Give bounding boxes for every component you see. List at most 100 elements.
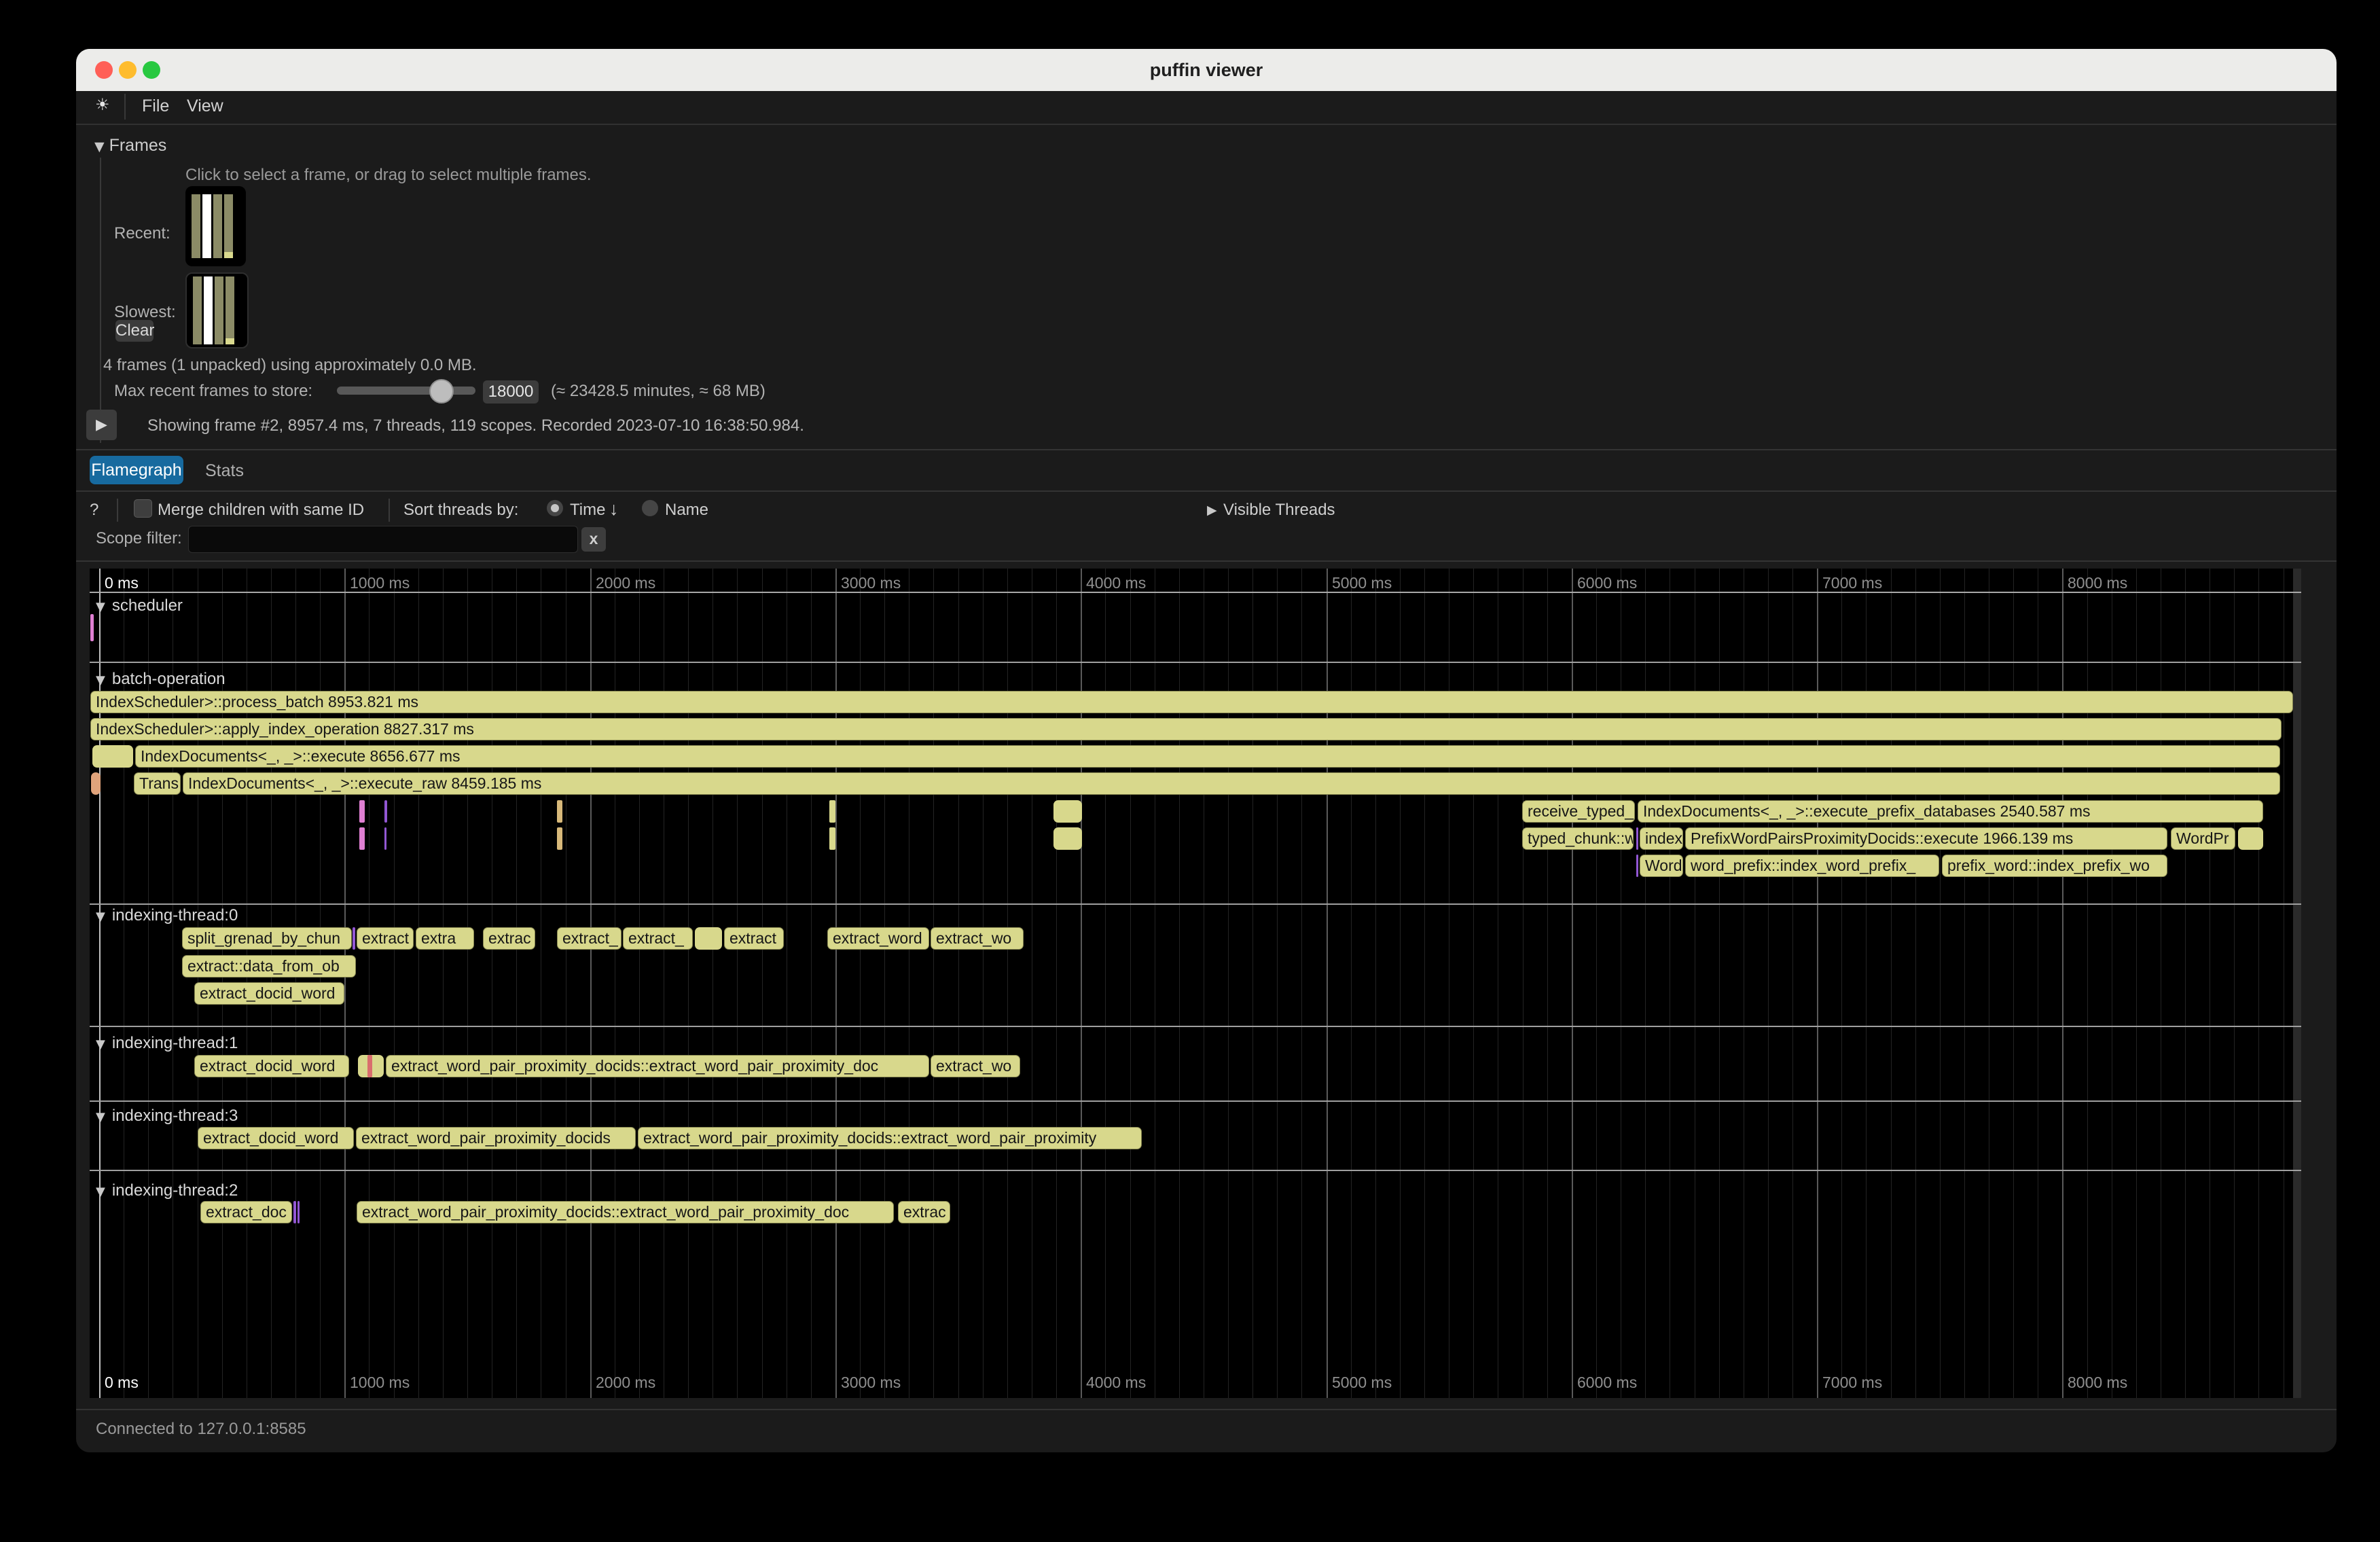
tab-stats[interactable]: Stats [205, 461, 244, 481]
sort-time-label[interactable]: Time [570, 501, 605, 520]
sort-direction-arrow-icon[interactable]: ↓ [609, 499, 619, 520]
scope-bar[interactable]: extract [357, 927, 414, 950]
scope-bar[interactable]: extract_ [623, 927, 693, 950]
scope-bar-small[interactable] [367, 1055, 372, 1077]
scope-bar-small[interactable] [359, 800, 365, 823]
scope-bar-small[interactable] [557, 827, 562, 850]
scope-bar-small[interactable] [1053, 800, 1082, 823]
scope-bar[interactable]: split_grenad_by_chun [182, 927, 352, 950]
frame-thumbnail-bar[interactable] [204, 276, 213, 344]
thread-header-indexing-thread:0[interactable]: ▼indexing-thread:0 [96, 906, 238, 925]
scope-bar[interactable]: index [1640, 827, 1683, 850]
scope-bar[interactable]: word_prefix::index_word_prefix_ [1685, 855, 1939, 877]
radio-sort-time[interactable] [547, 500, 563, 516]
scope-bar[interactable]: extract_wo [931, 1055, 1020, 1077]
scope-bar[interactable]: IndexScheduler>::process_batch 8953.821 … [90, 691, 2293, 713]
scope-bar[interactable]: Trans [134, 772, 181, 795]
recent-frames-thumbnail[interactable] [185, 186, 246, 266]
scope-bar-small[interactable] [1636, 855, 1638, 877]
scope-bar-small[interactable] [353, 927, 355, 950]
scope-bar-small[interactable] [829, 827, 835, 850]
frame-thumbnail-bar[interactable] [215, 276, 223, 344]
max-frames-slider[interactable] [337, 387, 475, 395]
scope-bar-small[interactable] [92, 745, 133, 768]
scope-bar-small[interactable] [2238, 827, 2263, 850]
showing-frame-text: Showing frame #2, 8957.4 ms, 7 threads, … [147, 416, 804, 435]
scope-bar[interactable]: extract_word_pair_proximity_docids::extr… [638, 1127, 1142, 1149]
scope-bar[interactable]: IndexDocuments<_, _>::execute_prefix_dat… [1638, 800, 2263, 823]
scope-bar[interactable]: extract_docid_word [198, 1127, 354, 1149]
menu-view[interactable]: View [187, 96, 223, 116]
merge-children-label: Merge children with same ID [158, 501, 364, 520]
scope-bar-small[interactable] [293, 1201, 296, 1223]
slider-knob[interactable] [429, 379, 454, 404]
scope-bar[interactable]: WordPr [2171, 827, 2235, 850]
frame-thumbnail-bar[interactable] [193, 276, 202, 344]
clear-button[interactable]: Clear [115, 320, 154, 342]
play-button[interactable]: ▶ [86, 410, 117, 440]
scope-bar[interactable]: extrac [898, 1201, 950, 1223]
scope-bar-small[interactable] [1053, 827, 1082, 850]
scope-bar[interactable]: IndexScheduler>::apply_index_operation 8… [90, 718, 2282, 740]
scope-bar[interactable]: extract_docid_word [194, 1055, 349, 1077]
scope-bar-small[interactable] [359, 827, 365, 850]
scope-bar[interactable]: extrac [483, 927, 535, 950]
scope-bar-small[interactable] [384, 827, 386, 850]
help-button[interactable]: ? [90, 501, 98, 520]
scope-bar[interactable]: extract [724, 927, 784, 950]
scope-bar[interactable]: IndexDocuments<_, _>::execute_raw 8459.1… [183, 772, 2280, 795]
scope-bar[interactable]: extract_word [827, 927, 929, 950]
scope-filter-clear-button[interactable]: x [581, 527, 606, 552]
frame-thumbnail-bar[interactable] [192, 194, 200, 258]
scope-bar-small[interactable] [384, 800, 387, 823]
scope-bar[interactable]: IndexDocuments<_, _>::execute 8656.677 m… [135, 745, 2280, 768]
merge-children-checkbox[interactable] [134, 499, 152, 518]
scope-bar-small[interactable] [1636, 827, 1638, 850]
frame-thumbnail-bar[interactable] [224, 194, 233, 258]
frame-thumbnail-bar[interactable] [213, 194, 222, 258]
scope-bar[interactable]: extract_word_pair_proximity_docids [356, 1127, 636, 1149]
thread-header-indexing-thread:3[interactable]: ▼indexing-thread:3 [96, 1107, 238, 1126]
max-frames-value[interactable]: 18000 [483, 380, 539, 404]
recent-label: Recent: [114, 224, 170, 243]
scope-bar[interactable]: extract_wo [931, 927, 1024, 950]
scope-bar[interactable]: extra [416, 927, 474, 950]
frame-thumbnail-bar[interactable] [202, 194, 211, 258]
scope-bar[interactable]: extract_doc [200, 1201, 292, 1223]
theme-sun-icon[interactable]: ☀ [95, 95, 110, 114]
thread-header-batch-operation[interactable]: ▼batch-operation [96, 670, 226, 689]
slowest-frames-thumbnail[interactable] [185, 272, 249, 348]
scope-bar[interactable]: extract_word_pair_proximity_docids::extr… [386, 1055, 929, 1077]
scope-bar[interactable]: typed_chunk::w [1522, 827, 1634, 850]
sort-name-label[interactable]: Name [665, 501, 708, 520]
chevron-down-icon: ▼ [96, 910, 105, 924]
scope-bar-small[interactable] [829, 800, 835, 823]
visible-threads-toggle[interactable]: Visible Threads [1223, 501, 1335, 520]
plot-right-edge [2293, 569, 2301, 1398]
flamegraph-canvas[interactable]: 0 ms0 ms1000 ms1000 ms2000 ms2000 ms3000… [90, 569, 2301, 1398]
axis-ruler-line [90, 592, 2301, 593]
frames-section-toggle[interactable]: ▼ Frames [94, 136, 166, 156]
scope-bar[interactable]: prefix_word::index_prefix_wo [1942, 855, 2167, 877]
scope-bar-small[interactable] [91, 772, 101, 795]
scope-bar[interactable]: extract_docid_word [194, 982, 344, 1005]
scope-bar[interactable]: extract_ [557, 927, 621, 950]
scope-bar-small[interactable] [557, 800, 562, 823]
thread-separator [90, 1100, 2301, 1102]
thread-header-indexing-thread:2[interactable]: ▼indexing-thread:2 [96, 1181, 238, 1200]
tab-flamegraph[interactable]: Flamegraph [90, 456, 183, 484]
thread-header-indexing-thread:1[interactable]: ▼indexing-thread:1 [96, 1034, 238, 1053]
scope-bar[interactable]: receive_typed_ [1522, 800, 1635, 823]
scope-bar[interactable]: extract_word_pair_proximity_docids::extr… [357, 1201, 894, 1223]
menu-file[interactable]: File [142, 96, 169, 116]
scope-bar[interactable]: extract::data_from_ob [182, 955, 356, 978]
radio-sort-name[interactable] [642, 500, 658, 516]
scope-bar-small[interactable] [90, 614, 94, 641]
scope-filter-input[interactable] [188, 526, 578, 553]
scope-bar-small[interactable] [298, 1201, 300, 1223]
thread-header-scheduler[interactable]: ▼scheduler [96, 596, 183, 615]
scope-bar-small[interactable] [695, 927, 722, 950]
scope-bar[interactable]: PrefixWordPairsProximityDocids::execute … [1685, 827, 2167, 850]
scope-bar[interactable]: Word [1640, 855, 1683, 877]
frame-thumbnail-bar[interactable] [226, 276, 234, 344]
